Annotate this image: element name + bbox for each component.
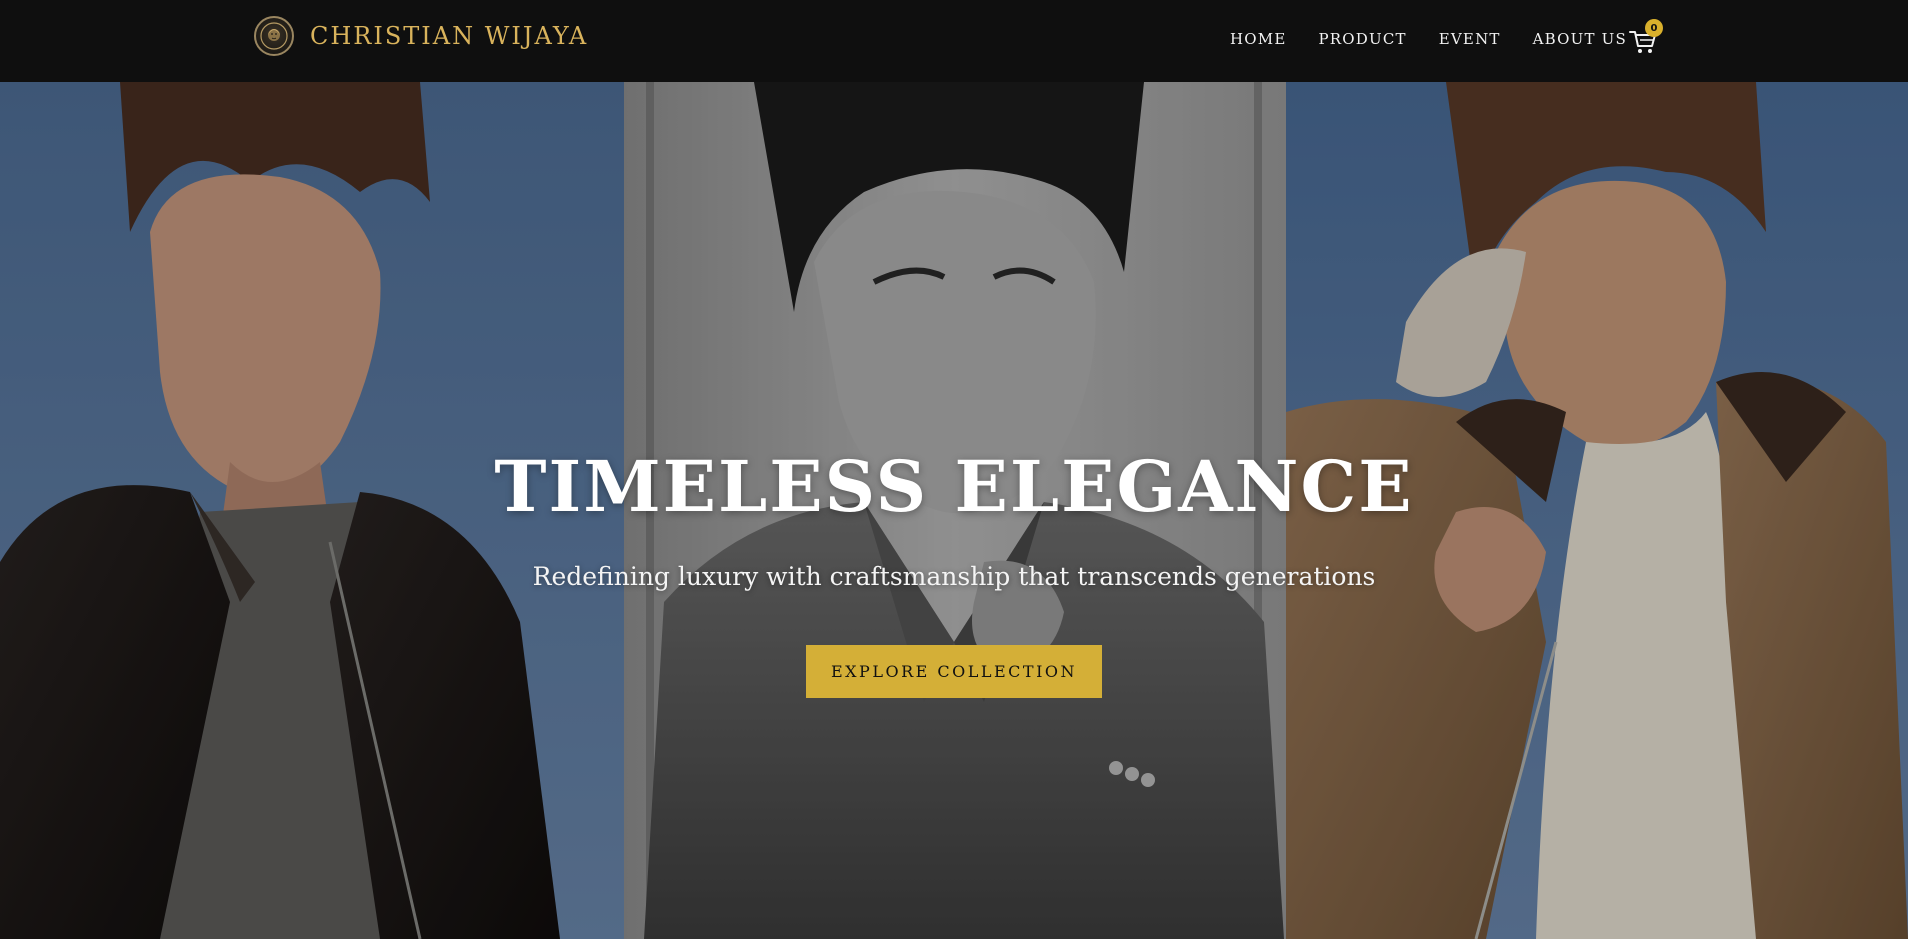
hero-subtitle: Redefining luxury with craftsmanship tha… bbox=[532, 562, 1376, 591]
main-nav: HOME PRODUCT EVENT ABOUT US bbox=[1230, 26, 1659, 52]
explore-collection-button[interactable]: EXPLORE COLLECTION bbox=[806, 645, 1102, 698]
nav-product[interactable]: PRODUCT bbox=[1319, 30, 1407, 48]
nav-event[interactable]: EVENT bbox=[1439, 30, 1501, 48]
brand-name: CHRISTIAN WIJAYA bbox=[310, 22, 589, 50]
site-header: CHRISTIAN WIJAYA HOME PRODUCT EVENT ABOU… bbox=[0, 0, 1908, 82]
hero-title: TIMELESS ELEGANCE bbox=[494, 445, 1414, 528]
lion-crest-icon bbox=[254, 16, 294, 56]
cart-count-badge: 0 bbox=[1645, 19, 1663, 37]
hero-content: TIMELESS ELEGANCE Redefining luxury with… bbox=[0, 82, 1908, 939]
nav-home[interactable]: HOME bbox=[1230, 30, 1287, 48]
nav-about-us[interactable]: ABOUT US bbox=[1533, 30, 1627, 48]
hero-section: TIMELESS ELEGANCE Redefining luxury with… bbox=[0, 82, 1908, 939]
brand-logo-link[interactable]: CHRISTIAN WIJAYA bbox=[254, 16, 588, 56]
